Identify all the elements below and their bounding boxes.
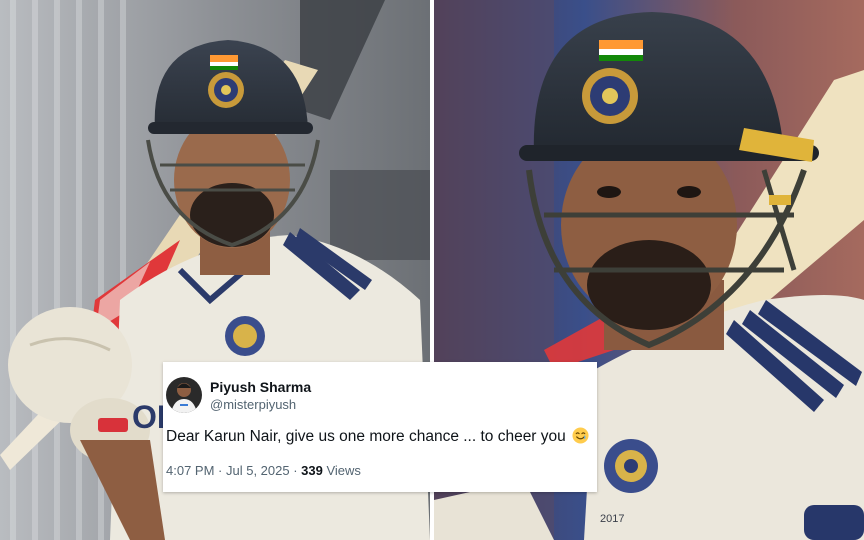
svg-text:2017: 2017 [600,513,624,525]
display-name[interactable]: Piyush Sharma [210,378,311,396]
composite-image: OR 2017 Piyush Sharma @misterpiyush Dear… [0,0,864,540]
tweet-header: Piyush Sharma @misterpiyush [166,376,583,414]
tweet-meta: 4:07 PM · Jul 5, 2025 · 339 Views [166,462,583,479]
meta-separator: · [214,463,226,478]
handle[interactable]: @misterpiyush [210,396,311,413]
author-names: Piyush Sharma @misterpiyush [210,378,311,413]
tweet-text: Dear Karun Nair, give us one more chance… [166,427,589,447]
views-count: 339 [301,463,323,478]
tweet-text-content: Dear Karun Nair, give us one more chance… [166,428,566,445]
smiling-face-with-tear-icon [572,427,589,444]
tweet-time[interactable]: 4:07 PM [166,463,214,478]
avatar-image [166,377,202,413]
avatar[interactable] [166,377,202,413]
meta-separator: · [289,463,302,478]
tweet-card[interactable]: Piyush Sharma @misterpiyush Dear Karun N… [163,362,597,492]
tweet-date[interactable]: Jul 5, 2025 [226,463,290,478]
views-label: Views [322,463,361,478]
